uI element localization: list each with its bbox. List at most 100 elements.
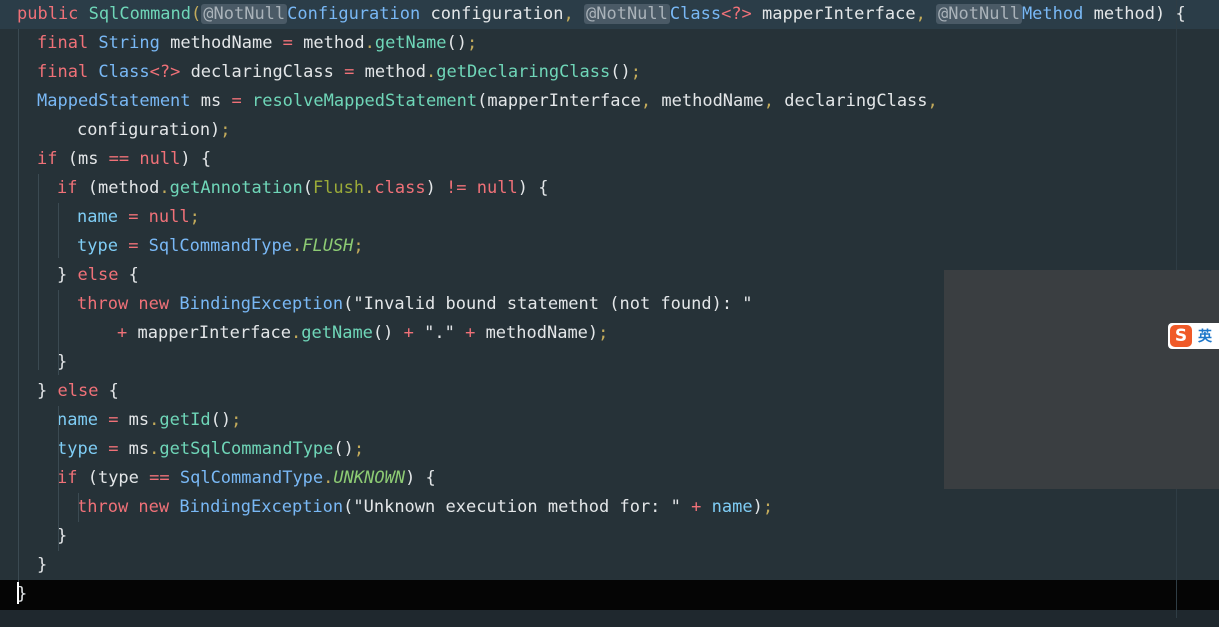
code-token: SqlCommandType [148,236,292,256]
code-token: ) { [180,149,212,169]
code-line[interactable]: if (method.getAnnotation(Flush.class) !=… [0,174,1219,203]
code-token: = [282,33,304,53]
code-token: . [364,178,375,198]
code-token: == [149,468,180,488]
code-token: } [37,555,48,575]
indent-guide [18,29,19,584]
code-token: name [77,207,129,227]
code-token: . [426,62,437,82]
code-token: ; [630,62,641,82]
code-line[interactable]: MappedStatement ms = resolveMappedStatem… [0,87,1219,116]
code-token: methodName [159,33,283,53]
code-token: . [323,468,334,488]
code-token: Configuration [287,4,421,24]
code-token: = [128,236,149,256]
code-token: getDeclaringClass [436,62,611,82]
code-token: method) { [1083,4,1186,24]
code-token: ( [191,4,202,24]
ime-status-badge[interactable]: S 英 [1168,323,1219,349]
code-line[interactable]: final Class<?> declaringClass = method.g… [0,58,1219,87]
code-token: null [139,149,181,169]
code-token: () [446,33,467,53]
editor-bottom-strip [0,610,1219,627]
code-token: @NotNull [936,4,1022,24]
code-token: if [37,149,68,169]
code-token: Flush [312,178,365,198]
code-token: ; [220,120,231,140]
code-token: + [465,323,486,343]
code-token: declaringClass [180,62,345,82]
code-line[interactable]: configuration); [0,116,1219,145]
code-token: SqlCommand [88,4,192,24]
code-token: , [640,91,662,111]
code-token: configuration [420,4,564,24]
code-token: ( [302,178,313,198]
code-token: resolveMappedStatement [251,91,478,111]
code-line[interactable]: } [0,522,1219,551]
code-line[interactable]: throw new BindingException("Unknown exec… [0,493,1219,522]
ime-language-indicator[interactable]: 英 [1198,326,1212,346]
code-token: String [98,33,160,53]
code-token: method [303,33,365,53]
code-token: ; [353,439,365,459]
code-token: throw [77,497,139,517]
code-token: (mapperInterface [477,91,641,111]
code-token: ms [128,410,150,430]
code-token: () [210,410,232,430]
code-line[interactable]: if (ms == null) { [0,145,1219,174]
code-line[interactable]: final String methodName = method.getName… [0,29,1219,58]
code-token: = [231,91,252,111]
code-line[interactable]: } [0,580,1219,610]
code-token: + [117,323,138,343]
code-token: == [108,149,140,169]
code-token: (method [87,178,160,198]
code-token: new [138,497,180,517]
code-token: ) [425,178,447,198]
code-token: MappedStatement [37,91,191,111]
code-token: getAnnotation [169,178,303,198]
code-line[interactable]: } [0,551,1219,580]
code-token: BindingException [179,497,344,517]
code-token: != [446,178,477,198]
code-token: BindingException [179,294,344,314]
code-token: method [364,62,426,82]
code-token: , [927,91,938,111]
code-token: ms [190,91,232,111]
code-token: + [403,323,425,343]
code-token: . [291,236,303,256]
code-token: @NotNull [201,4,288,24]
code-token: type [57,439,109,459]
code-token: methodName) [485,323,599,343]
code-token: else [77,265,129,285]
code-token: public [17,4,89,24]
code-token: <?> [149,62,181,82]
code-token: , [763,91,785,111]
code-token: getSqlCommandType [159,439,334,459]
code-token: ; [189,207,200,227]
code-token: () [610,62,631,82]
code-token: "." [424,323,466,343]
code-token: = [108,439,129,459]
code-token: (ms [67,149,109,169]
code-token: } [57,265,78,285]
code-token: declaringClass [784,91,928,111]
code-line[interactable]: name = null; [0,203,1219,232]
code-line[interactable]: public SqlCommand(@NotNull Configuration … [0,0,1219,29]
code-token: ; [598,323,609,343]
code-token: null [476,178,518,198]
code-token: . [149,410,160,430]
code-token: SqlCommandType [179,468,324,488]
indent-guide [58,203,59,258]
code-token: @NotNull [584,4,670,24]
code-token: name [711,497,753,517]
code-token: configuration) [77,120,221,140]
code-token: mapperInterface [751,4,916,24]
code-token: new [138,294,180,314]
code-token: Method [1021,4,1084,24]
ime-overlay-panel [944,270,1219,489]
code-token: ; [466,33,478,53]
code-token: { [128,265,139,285]
code-token: ) { [405,468,436,488]
code-line[interactable]: type = SqlCommandType.FLUSH; [0,232,1219,261]
code-token: ; [231,410,242,430]
